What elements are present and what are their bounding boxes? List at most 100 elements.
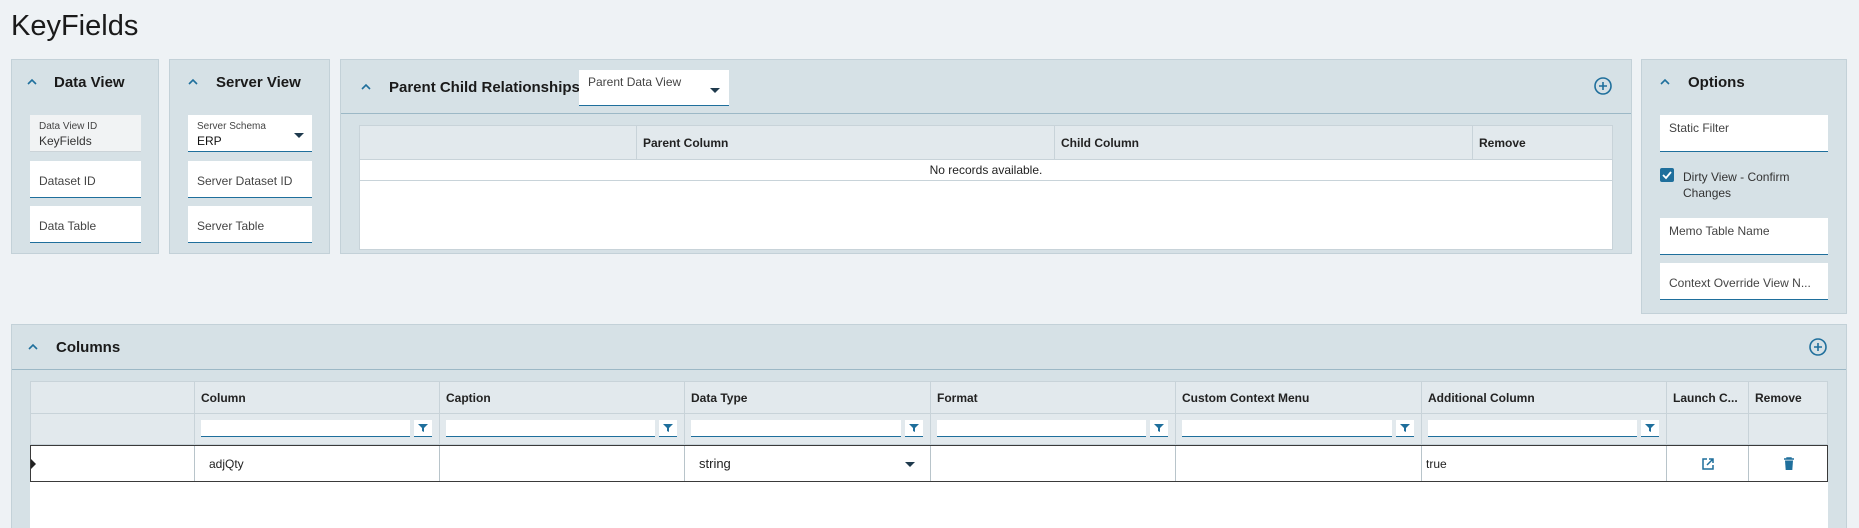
data-table-field[interactable]: Data Table xyxy=(30,206,141,243)
memo-table-name-field[interactable]: Memo Table Name xyxy=(1660,218,1828,255)
cell-column[interactable]: adjQty xyxy=(194,446,439,481)
memo-table-name-placeholder: Memo Table Name xyxy=(1669,224,1770,238)
filter-custom-context-menu-cell xyxy=(1175,414,1421,444)
server-schema-label: Server Schema xyxy=(197,121,266,132)
add-column-icon[interactable] xyxy=(1809,338,1827,356)
cell-launch xyxy=(1666,446,1748,481)
col-header-additional-column[interactable]: Additional Column xyxy=(1421,382,1666,413)
relationships-grid: Parent Column Child Column Remove No rec… xyxy=(359,125,1613,250)
relationships-divider xyxy=(341,113,1631,114)
filter-launch-cell xyxy=(1666,414,1748,444)
filter-spacer xyxy=(31,414,194,444)
columns-grid: Column Caption Data Type Format Custom C… xyxy=(30,381,1828,528)
options-title: Options xyxy=(1688,73,1745,91)
filter-data-type-input[interactable] xyxy=(691,420,901,437)
filter-icon[interactable] xyxy=(1396,420,1414,437)
chevron-down-icon xyxy=(905,462,915,467)
col-header-custom-context-menu[interactable]: Custom Context Menu xyxy=(1175,382,1421,413)
server-schema-select[interactable]: Server Schema ERP xyxy=(188,115,312,152)
filter-remove-cell xyxy=(1748,414,1829,444)
chevron-up-icon[interactable] xyxy=(360,81,372,93)
data-view-id-field: Data View ID KeyFields xyxy=(30,115,141,152)
data-type-value: string xyxy=(699,456,731,471)
col-header-column[interactable]: Column xyxy=(194,382,439,413)
filter-data-type-cell xyxy=(684,414,930,444)
columns-filter-row xyxy=(30,414,1828,445)
chevron-down-icon xyxy=(294,133,304,138)
table-row[interactable]: adjQty string true xyxy=(30,445,1828,482)
server-view-header: Server View xyxy=(170,60,301,104)
chevron-up-icon[interactable] xyxy=(1659,76,1671,88)
data-view-panel: Data View Data View ID KeyFields Dataset… xyxy=(11,59,159,254)
server-view-title: Server View xyxy=(216,73,301,91)
trash-icon[interactable] xyxy=(1783,456,1795,471)
relationships-panel: Parent Child Relationships Parent Data V… xyxy=(340,59,1632,254)
context-override-view-field[interactable]: Context Override View N... xyxy=(1660,263,1828,300)
rel-col-child-column[interactable]: Child Column xyxy=(1054,126,1472,159)
filter-format-input[interactable] xyxy=(937,420,1146,437)
columns-grid-header: Column Caption Data Type Format Custom C… xyxy=(30,381,1828,414)
filter-column-cell xyxy=(194,414,439,444)
relationships-empty-message: No records available. xyxy=(929,163,1043,177)
page-title: KeyFields xyxy=(11,10,139,42)
col-header-spacer xyxy=(31,382,194,413)
filter-additional-column-input[interactable] xyxy=(1428,420,1637,437)
filter-column-input[interactable] xyxy=(201,420,410,437)
chevron-up-icon[interactable] xyxy=(27,341,39,353)
filter-icon[interactable] xyxy=(905,420,923,437)
server-table-placeholder: Server Table xyxy=(197,219,265,233)
data-view-title: Data View xyxy=(54,73,125,91)
cell-additional-column[interactable]: true xyxy=(1421,446,1666,481)
dirty-view-label-line2: Changes xyxy=(1683,186,1732,200)
server-view-panel: Server View Server Schema ERP Server Dat… xyxy=(169,59,330,254)
filter-icon[interactable] xyxy=(1150,420,1168,437)
col-header-caption[interactable]: Caption xyxy=(439,382,684,413)
rel-col-spacer xyxy=(360,126,636,159)
dataset-id-placeholder: Dataset ID xyxy=(39,174,96,188)
filter-icon[interactable] xyxy=(659,420,677,437)
cell-data-type-select[interactable]: string xyxy=(684,446,930,481)
rel-col-parent-column[interactable]: Parent Column xyxy=(636,126,1054,159)
data-table-placeholder: Data Table xyxy=(39,219,97,233)
filter-icon[interactable] xyxy=(1641,420,1659,437)
rel-col-remove[interactable]: Remove xyxy=(1472,126,1613,159)
columns-panel: Columns Column Caption Data Type Format … xyxy=(11,324,1847,528)
filter-custom-context-menu-input[interactable] xyxy=(1182,420,1392,437)
relationships-title: Parent Child Relationships xyxy=(389,78,580,96)
chevron-up-icon[interactable] xyxy=(26,76,38,88)
dataset-id-field[interactable]: Dataset ID xyxy=(30,161,141,198)
context-override-view-placeholder: Context Override View N... xyxy=(1669,276,1811,290)
cell-caption[interactable] xyxy=(439,446,684,481)
cell-remove xyxy=(1748,446,1829,481)
col-header-data-type[interactable]: Data Type xyxy=(684,382,930,413)
relationships-header: Parent Child Relationships xyxy=(341,60,1631,114)
filter-additional-column-cell xyxy=(1421,414,1666,444)
col-header-launch[interactable]: Launch C... xyxy=(1666,382,1748,413)
static-filter-field[interactable]: Static Filter xyxy=(1660,115,1828,152)
server-table-field[interactable]: Server Table xyxy=(188,206,312,243)
filter-icon[interactable] xyxy=(414,420,432,437)
options-header: Options xyxy=(1642,60,1745,104)
filter-caption-input[interactable] xyxy=(446,420,655,437)
parent-data-view-placeholder: Parent Data View xyxy=(588,75,682,89)
col-header-format[interactable]: Format xyxy=(930,382,1175,413)
relationships-grid-header: Parent Column Child Column Remove xyxy=(359,125,1613,160)
col-header-remove[interactable]: Remove xyxy=(1748,382,1829,413)
filter-caption-cell xyxy=(439,414,684,444)
open-external-icon[interactable] xyxy=(1701,457,1715,471)
parent-data-view-select[interactable]: Parent Data View xyxy=(579,70,729,106)
cell-custom-context-menu[interactable] xyxy=(1175,446,1421,481)
server-dataset-id-field[interactable]: Server Dataset ID xyxy=(188,161,312,198)
dirty-view-checkbox[interactable] xyxy=(1660,168,1674,182)
row-selector[interactable] xyxy=(31,446,194,481)
columns-title: Columns xyxy=(56,338,121,356)
data-view-id-value: KeyFields xyxy=(39,134,92,148)
chevron-up-icon[interactable] xyxy=(187,76,199,88)
columns-divider xyxy=(12,369,1846,370)
chevron-down-icon xyxy=(710,88,720,93)
dirty-view-label-line1: Dirty View - Confirm xyxy=(1683,170,1790,184)
filter-format-cell xyxy=(930,414,1175,444)
static-filter-placeholder: Static Filter xyxy=(1669,121,1730,135)
add-relationship-icon[interactable] xyxy=(1594,77,1612,95)
cell-format[interactable] xyxy=(930,446,1175,481)
